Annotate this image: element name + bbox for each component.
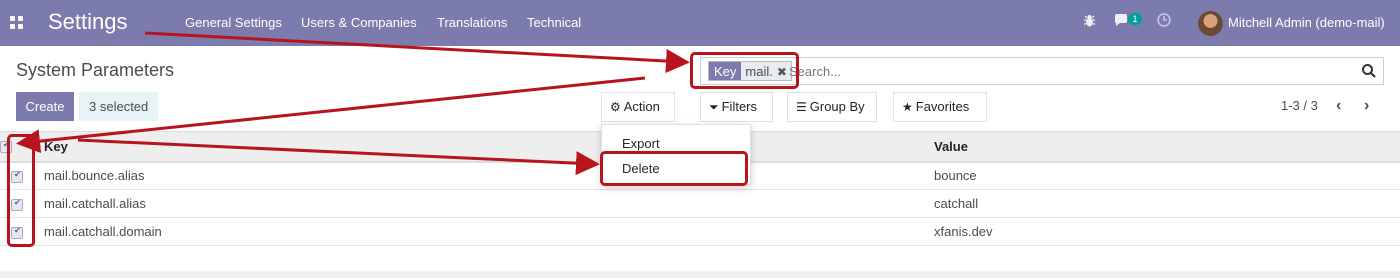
- menu-users-companies[interactable]: Users & Companies: [301, 15, 417, 30]
- chat-icon[interactable]: [1114, 14, 1129, 27]
- user-menu[interactable]: Mitchell Admin (demo-mail): [1228, 15, 1385, 30]
- pager-previous-icon[interactable]: ‹: [1336, 97, 1341, 115]
- menu-translations[interactable]: Translations: [437, 15, 507, 30]
- annotation-highlight-search-facet: [690, 52, 799, 89]
- cell-key[interactable]: mail.catchall.alias: [34, 189, 926, 218]
- column-header-key[interactable]: Key: [34, 131, 926, 163]
- filters-button[interactable]: ⏷ Filters: [700, 92, 773, 122]
- favorites-label: Favorites: [915, 99, 970, 114]
- pager-value[interactable]: 1-3 / 3: [1281, 98, 1318, 113]
- list-icon: ☰: [796, 100, 807, 114]
- pager-next-icon[interactable]: ›: [1364, 97, 1369, 115]
- bug-icon[interactable]: [1083, 14, 1096, 28]
- apps-menu-icon[interactable]: [10, 16, 23, 29]
- selected-count-badge: 3 selected: [79, 92, 159, 121]
- filter-icon: ⏷: [709, 100, 719, 114]
- menu-technical[interactable]: Technical: [527, 15, 581, 30]
- annotation-highlight-delete: [600, 151, 748, 186]
- action-button[interactable]: ⚙ Action: [601, 92, 675, 122]
- search-bar[interactable]: Key mail. ✖: [700, 57, 1384, 85]
- gear-icon: ⚙: [610, 100, 621, 114]
- cell-key[interactable]: mail.bounce.alias: [34, 161, 926, 190]
- column-header-value[interactable]: Value: [926, 131, 1400, 163]
- favorites-button[interactable]: ★ Favorites: [893, 92, 987, 122]
- table-row[interactable]: mail.catchall.domain xfanis.dev: [0, 217, 1400, 246]
- cell-key[interactable]: mail.catchall.domain: [34, 217, 926, 246]
- cell-value[interactable]: xfanis.dev: [926, 217, 1400, 246]
- menu-item-export[interactable]: Export: [622, 136, 660, 151]
- filters-label: Filters: [721, 99, 757, 114]
- chat-badge: 1: [1128, 13, 1142, 25]
- annotation-highlight-checkboxes: [7, 134, 35, 247]
- bottom-scroll-area: [0, 271, 1400, 278]
- star-icon: ★: [902, 100, 913, 114]
- top-navbar: Settings General Settings Users & Compan…: [0, 0, 1400, 46]
- cell-value[interactable]: catchall: [926, 189, 1400, 218]
- clock-icon[interactable]: [1157, 13, 1171, 27]
- group-by-label: Group By: [809, 99, 865, 114]
- avatar[interactable]: [1198, 11, 1223, 36]
- cell-value[interactable]: bounce: [926, 161, 1400, 190]
- action-label: Action: [623, 99, 660, 114]
- table-row[interactable]: mail.catchall.alias catchall: [0, 189, 1400, 218]
- menu-general-settings[interactable]: General Settings: [185, 15, 282, 30]
- create-button[interactable]: Create: [16, 92, 74, 121]
- group-by-button[interactable]: ☰ Group By: [787, 92, 877, 122]
- page-title: System Parameters: [16, 60, 175, 80]
- app-title[interactable]: Settings: [48, 9, 128, 35]
- search-input[interactable]: [789, 59, 1349, 83]
- search-icon[interactable]: [1361, 63, 1377, 79]
